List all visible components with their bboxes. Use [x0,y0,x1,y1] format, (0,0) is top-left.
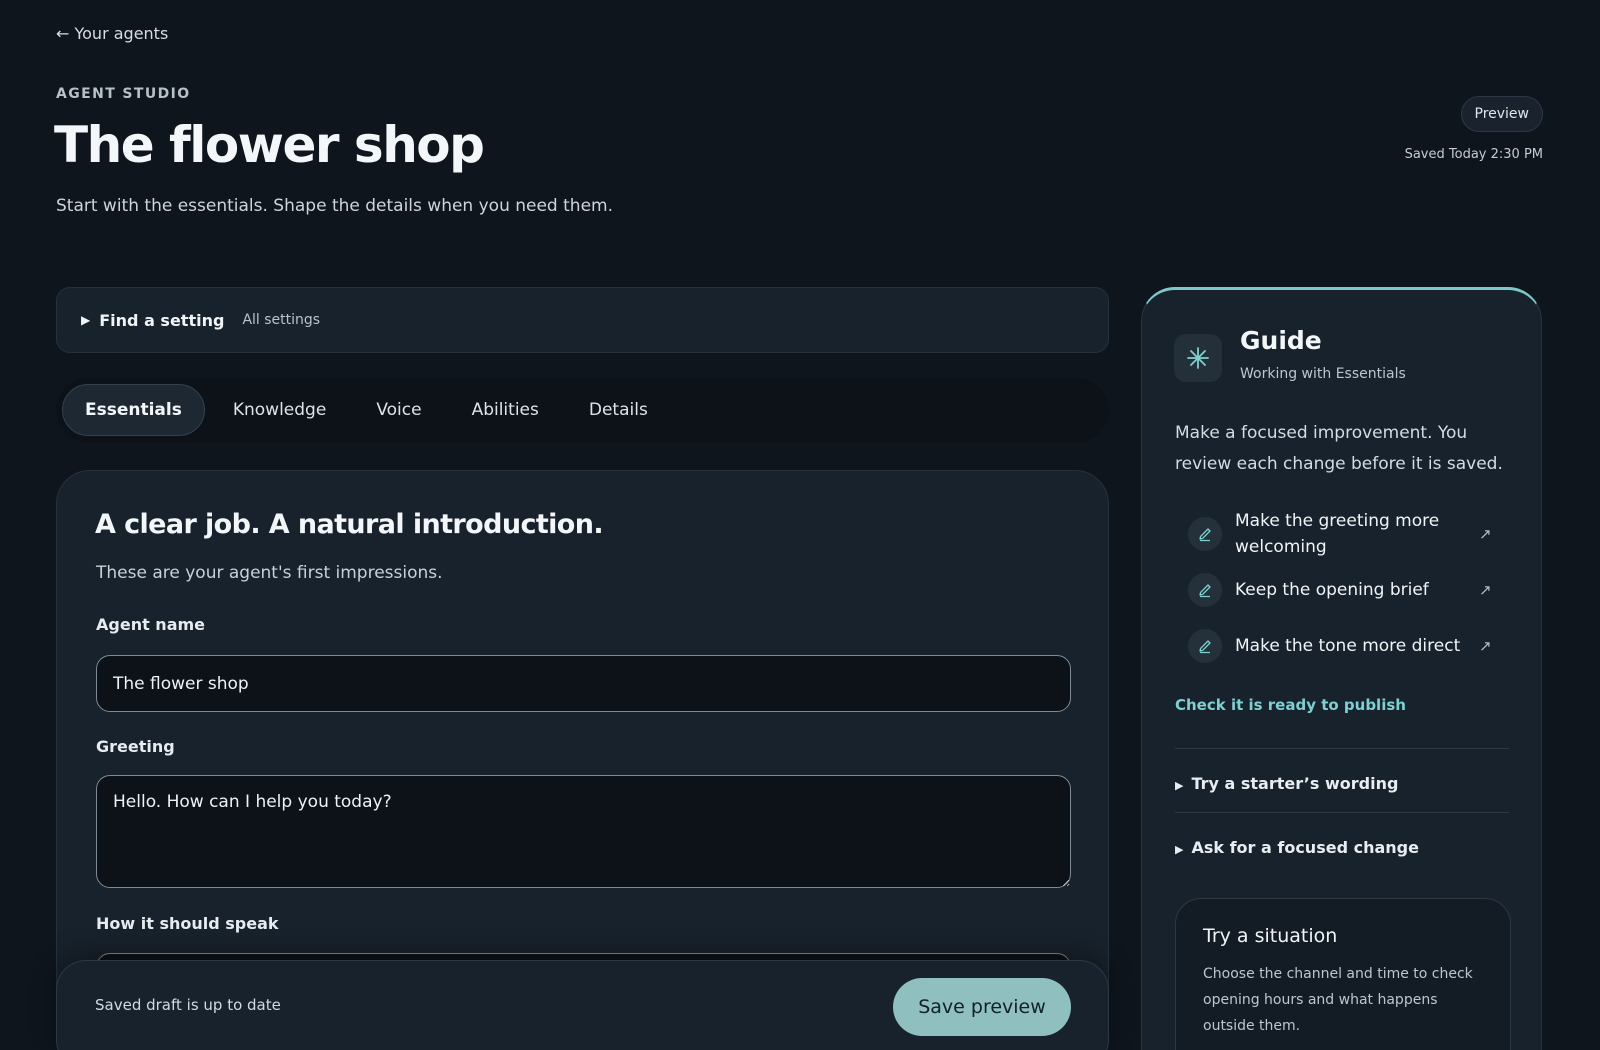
greeting-textarea[interactable]: Hello. How can I help you today? [96,775,1071,888]
preview-button-label: Preview [1474,106,1530,122]
situation-body: Choose the channel and time to check ope… [1203,966,1473,1034]
guide-intro: Make a focused improvement. You review e… [1175,423,1503,474]
pencil-icon [1188,517,1222,551]
preview-button[interactable]: Preview [1460,96,1543,132]
draft-status: Saved draft is up to date [95,996,281,1014]
situation-title: Try a situation [1203,925,1338,947]
guide-subtitle: Working with Essentials [1240,366,1406,382]
tab-knowledge[interactable]: Knowledge [211,384,348,436]
pencil-icon [1188,629,1222,663]
saved-status: Saved Today 2:30 PM [1404,147,1543,162]
agent-name-input[interactable] [96,655,1071,712]
save-preview-button[interactable]: Save preview [893,978,1071,1036]
card-heading: A clear job. A natural introduction. [95,509,604,540]
situation-card[interactable]: Try a situation Choose the channel and t… [1175,898,1511,1050]
disclosure-triangle-icon: ▶ [1175,843,1184,856]
card-subheading: These are your agent's first impressions… [96,563,443,583]
pencil-icon [1188,573,1222,607]
guide-panel: Guide Working with Essentials Make a foc… [1141,287,1542,1050]
check-ready-link[interactable]: Check it is ready to publish [1175,696,1406,714]
suggestion-greeting-welcoming[interactable]: Make the greeting more welcoming ↗ [1188,508,1508,560]
disclosure-triangle-icon: ▶ [1175,779,1184,792]
find-setting-label[interactable]: Find a setting [99,311,224,330]
sparkle-icon [1174,334,1222,382]
disclosure-label: Try a starter’s wording [1191,774,1399,793]
settings-tabs: Essentials Knowledge Voice Abilities Det… [56,378,1109,442]
find-setting-bar[interactable]: ▶ Find a setting All settings [56,287,1109,353]
disclosure-triangle-icon: ▶ [81,313,91,327]
tab-essentials[interactable]: Essentials [62,384,205,436]
suggestion-label: Keep the opening brief [1235,580,1429,600]
page-subtitle: Start with the essentials. Shape the det… [56,196,613,216]
disclosure-label: Ask for a focused change [1191,838,1419,857]
tab-abilities[interactable]: Abilities [450,384,561,436]
focused-change-disclosure[interactable]: ▶ Ask for a focused change [1175,838,1419,857]
starter-wording-disclosure[interactable]: ▶ Try a starter’s wording [1175,774,1398,793]
tab-voice[interactable]: Voice [354,384,443,436]
divider [1175,748,1509,749]
suggestion-tone-direct[interactable]: Make the tone more direct ↗ [1188,629,1508,663]
save-footer: Saved draft is up to date Save preview [56,960,1109,1050]
settings-scope-label: All settings [242,312,321,328]
suggestion-opening-brief[interactable]: Keep the opening brief ↗ [1188,573,1508,607]
back-to-agents-link[interactable]: ← Your agents [56,24,168,43]
divider [1175,812,1509,813]
suggestion-label: Make the greeting more welcoming [1235,511,1440,557]
greeting-label: Greeting [96,737,175,756]
arrow-up-right-icon: ↗ [1479,525,1492,543]
arrow-up-right-icon: ↗ [1479,581,1492,599]
section-eyebrow: AGENT STUDIO [56,86,191,102]
suggestion-label: Make the tone more direct [1235,636,1461,656]
tab-details[interactable]: Details [567,384,670,436]
page-title: The flower shop [54,116,485,174]
arrow-up-right-icon: ↗ [1479,637,1492,655]
agent-name-label: Agent name [96,615,206,634]
guide-title: Guide [1240,326,1322,355]
speak-style-label: How it should speak [96,914,279,933]
